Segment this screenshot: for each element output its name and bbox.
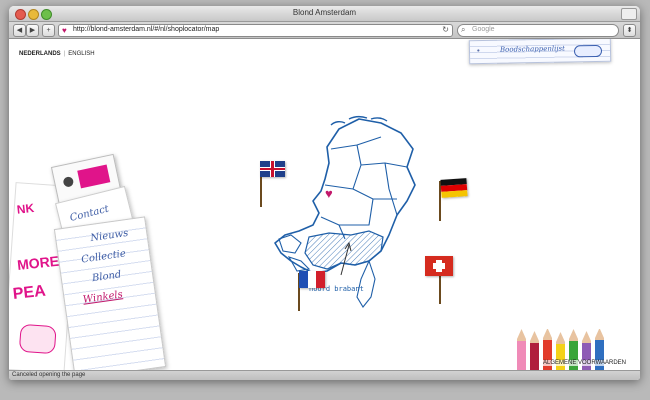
search-field[interactable]: ⌕ Google bbox=[457, 24, 619, 37]
menu-contact-link[interactable]: Contact bbox=[69, 204, 110, 224]
search-icon: ⌕ bbox=[461, 25, 466, 34]
united-kingdom-flag[interactable] bbox=[255, 161, 285, 207]
address-bar[interactable]: ♥ http://blond-amsterdam.nl/#/nl/shoploc… bbox=[58, 24, 453, 37]
title-bar: Blond Amsterdam bbox=[9, 6, 640, 22]
germany-flag[interactable] bbox=[437, 178, 469, 221]
menu-item-collectie[interactable]: Collectie bbox=[81, 248, 127, 265]
amsterdam-heart-marker[interactable]: ♥ bbox=[325, 187, 333, 200]
limburg-region bbox=[356, 259, 376, 308]
site-favicon-heart-icon: ♥ bbox=[62, 26, 67, 35]
reload-icon[interactable]: ↻ bbox=[442, 25, 449, 34]
switzerland-flag[interactable] bbox=[425, 256, 457, 304]
page-content: NEDERLANDS|ENGLISH • Boodschappenlijst bbox=[9, 39, 640, 370]
search-placeholder: Google bbox=[472, 26, 495, 33]
wadden-islands bbox=[330, 115, 388, 126]
status-text: Canceled opening the page bbox=[12, 372, 86, 378]
menu-item-blond[interactable]: Blond bbox=[91, 269, 122, 284]
menu-item-nieuws[interactable]: Nieuws bbox=[90, 228, 129, 244]
toolbar-toggle-button[interactable] bbox=[621, 8, 637, 20]
status-bar: Canceled opening the page bbox=[9, 370, 640, 380]
back-button[interactable]: ◀ bbox=[13, 24, 26, 37]
menu-item-winkels[interactable]: Winkels bbox=[82, 289, 123, 305]
browser-toolbar: ◀ ▶ + ♥ http://blond-amsterdam.nl/#/nl/s… bbox=[9, 22, 640, 39]
browser-window: Blond Amsterdam ◀ ▶ + ♥ http://blond-ams… bbox=[9, 6, 640, 380]
forward-button[interactable]: ▶ bbox=[26, 24, 39, 37]
paper-collage: NK MORE PEA Contact Nieuws Collectie Blo… bbox=[9, 153, 167, 370]
france-flag[interactable] bbox=[295, 271, 327, 311]
url-text: http://blond-amsterdam.nl/#/nl/shoplocat… bbox=[73, 26, 220, 33]
page-menu-button[interactable]: ⬍ bbox=[623, 24, 636, 37]
menu-notebook: Nieuws Collectie Blond Winkels bbox=[53, 216, 167, 370]
add-bookmark-button[interactable]: + bbox=[42, 24, 55, 37]
window-title: Blond Amsterdam bbox=[292, 8, 357, 17]
terms-link[interactable]: ALGEMENE VOORWAARDEN bbox=[542, 360, 628, 366]
